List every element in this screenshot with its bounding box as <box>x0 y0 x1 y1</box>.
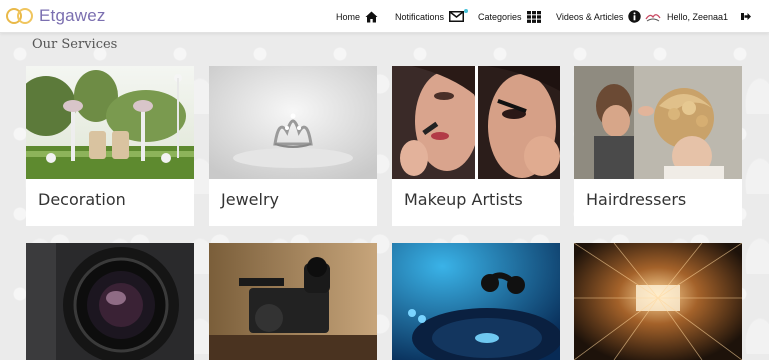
nav-categories-link[interactable]: Categories <box>478 0 541 33</box>
user-greeting: Hello, Zeenaa1 <box>667 11 729 22</box>
service-image <box>392 66 560 179</box>
service-card-decoration[interactable]: Decoration <box>26 66 194 226</box>
service-image <box>392 243 560 360</box>
service-image <box>26 243 194 360</box>
service-card-venue[interactable] <box>574 243 742 360</box>
service-card-hairdressers[interactable]: Hairdressers <box>574 66 742 226</box>
notification-dot <box>464 9 469 13</box>
service-image <box>209 243 377 360</box>
nav-home-link[interactable]: Home <box>336 0 378 33</box>
nav-videos-label: Videos & Articles <box>556 11 624 22</box>
brand-name: Etgawez <box>39 6 106 25</box>
service-label: Makeup Artists <box>404 190 523 209</box>
service-card-video[interactable] <box>209 243 377 360</box>
info-icon <box>628 10 642 23</box>
section-title: Our Services <box>32 37 118 52</box>
nav-notifications-label: Notifications <box>395 11 445 22</box>
service-label: Hairdressers <box>586 190 687 209</box>
nav-categories-label: Categories <box>478 11 522 22</box>
logout-button[interactable] <box>741 0 751 33</box>
service-label: Jewelry <box>221 190 279 209</box>
user-avatar <box>645 11 661 23</box>
nav-home-label: Home <box>336 11 361 22</box>
grid-icon <box>526 10 541 23</box>
service-image <box>26 66 194 179</box>
home-icon <box>365 11 378 23</box>
envelope-icon <box>449 9 469 22</box>
service-card-camera[interactable] <box>26 243 194 360</box>
service-card-makeup-artists[interactable]: Makeup Artists <box>392 66 560 226</box>
nav-videos-articles-link[interactable]: Videos & Articles <box>556 0 642 33</box>
service-card-jewelry[interactable]: Jewelry <box>209 66 377 226</box>
nav-user-menu[interactable]: Hello, Zeenaa1 <box>645 0 728 33</box>
logout-icon <box>741 12 751 21</box>
service-card-dj[interactable] <box>392 243 560 360</box>
top-navbar: Etgawez Home Notifications Categories Vi… <box>0 0 769 33</box>
nav-notifications-link[interactable]: Notifications <box>395 0 469 33</box>
service-image <box>209 66 377 179</box>
service-image <box>574 243 742 360</box>
service-label: Decoration <box>38 190 126 209</box>
brand-logo[interactable]: Etgawez <box>6 4 106 28</box>
rings-icon <box>6 6 36 26</box>
service-image <box>574 66 742 179</box>
